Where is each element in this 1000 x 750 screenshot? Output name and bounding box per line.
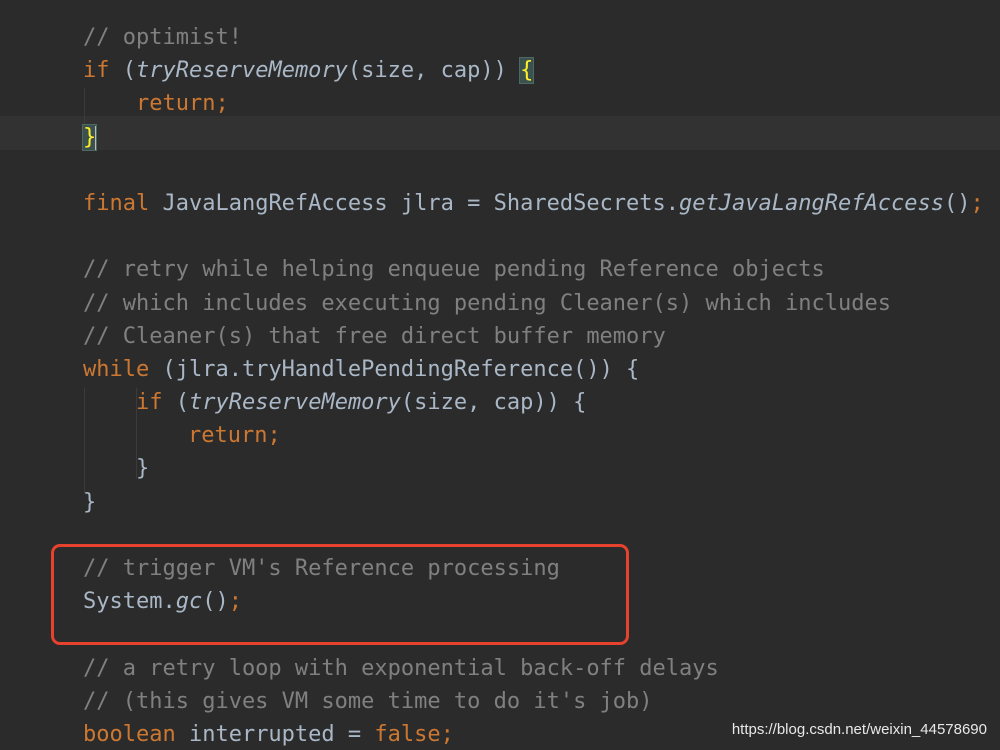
code-text: () [943, 190, 971, 216]
code-line: if (tryReserveMemory(size, cap)) { [83, 54, 984, 87]
method-call: tryReserveMemory [189, 390, 401, 416]
code-line: } [83, 452, 984, 485]
code-text: ( [109, 58, 136, 84]
code-line: // a retry loop with exponential back-of… [83, 652, 984, 685]
code-text: (size, cap)) [347, 58, 521, 84]
code-line: // which includes executing pending Clea… [83, 287, 984, 320]
keyword: final [83, 190, 150, 216]
code-text: JavaLangRefAccess jlra = SharedSecrets. [149, 190, 680, 216]
code-line: } [83, 486, 984, 519]
method-call: tryReserveMemory [136, 58, 348, 84]
matched-brace: } [81, 123, 98, 151]
comment: // a retry loop with exponential back-of… [83, 655, 719, 681]
code-line: // Cleaner(s) that free direct buffer me… [83, 320, 984, 353]
code-line: if (tryReserveMemory(size, cap)) { [83, 386, 984, 419]
keyword: return [188, 423, 268, 449]
code-text: (size, cap)) { [400, 390, 587, 416]
code-line: return; [83, 419, 984, 452]
comment: // which includes executing pending Clea… [83, 290, 891, 316]
code-line: // (this gives VM some time to do it's j… [83, 685, 984, 718]
comment: // (this gives VM some time to do it's j… [83, 688, 653, 714]
code-text: } [136, 456, 150, 482]
code-line: while (jlra.tryHandlePendingReference())… [83, 353, 984, 386]
code-editor[interactable]: // optimist! if (tryReserveMemory(size, … [0, 0, 1000, 750]
code-text: (jlra.tryHandlePendingReference()) { [149, 356, 640, 382]
keyword: boolean [83, 721, 176, 747]
code-text: ( [162, 390, 189, 416]
comment: // optimist! [83, 25, 242, 50]
semicolon: ; [440, 721, 454, 747]
code-text: interrupted = [175, 721, 375, 747]
keyword: return [136, 91, 216, 117]
code-line: final JavaLangRefAccess jlra = SharedSec… [83, 187, 984, 220]
keyword: false [374, 721, 441, 747]
code-text: } [83, 489, 97, 515]
code-line: } [81, 121, 984, 154]
keyword: if [136, 390, 163, 416]
code-line: // optimist! [83, 21, 984, 54]
text-caret [95, 125, 98, 150]
highlight-box [51, 544, 629, 645]
code-line: // retry while helping enqueue pending R… [83, 253, 984, 286]
matched-brace: { [519, 57, 535, 85]
semicolon: ; [267, 423, 281, 449]
code-line: return; [83, 87, 984, 120]
keyword: while [83, 356, 150, 382]
comment: // Cleaner(s) that free direct buffer me… [83, 323, 666, 349]
method-call: getJavaLangRefAccess [679, 190, 944, 216]
watermark: https://blog.csdn.net/weixin_44578690 [728, 721, 990, 738]
keyword: if [83, 58, 110, 84]
semicolon: ; [970, 190, 984, 216]
semicolon: ; [215, 91, 229, 117]
comment: // retry while helping enqueue pending R… [83, 257, 825, 283]
